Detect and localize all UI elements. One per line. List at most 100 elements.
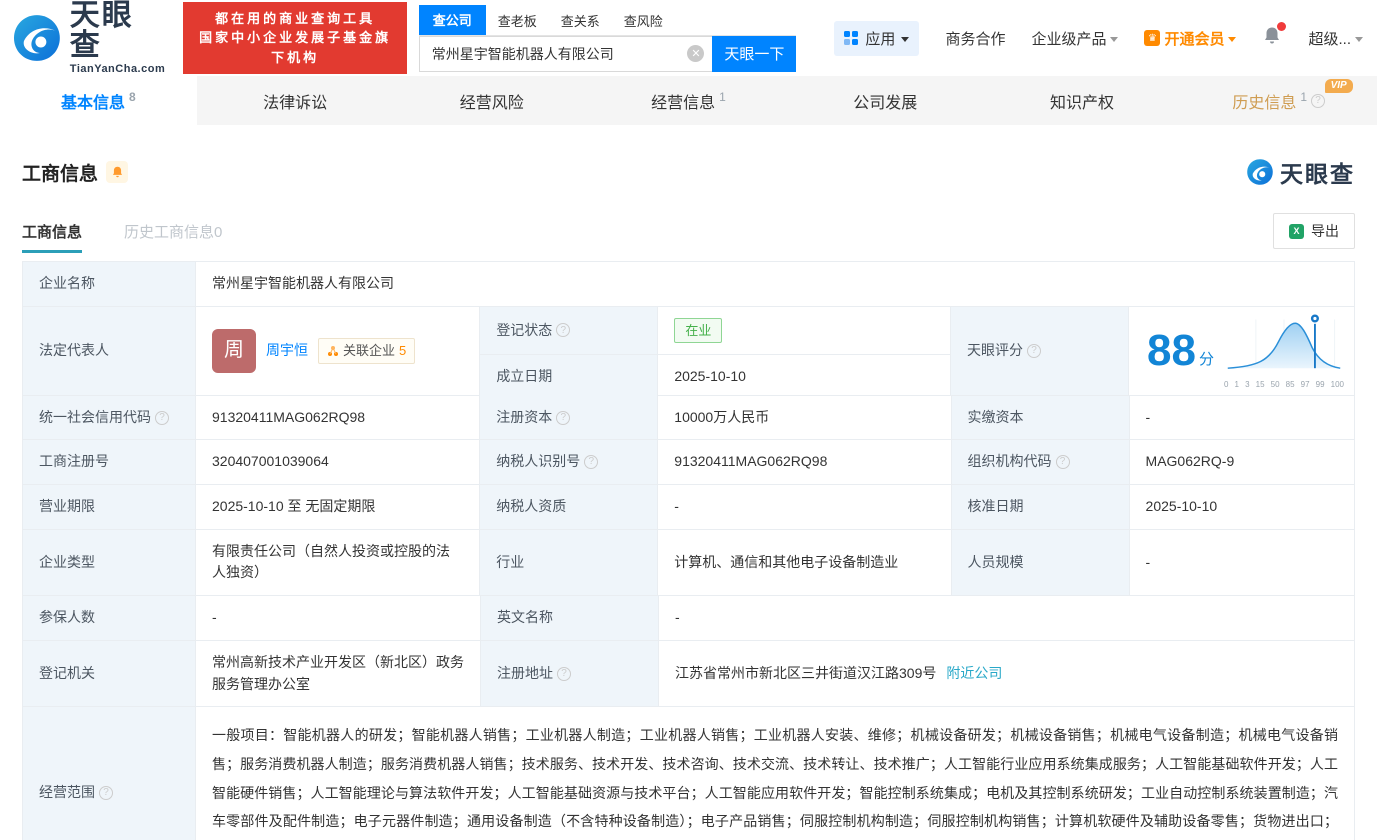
tianyancha-logo[interactable]: 天眼查 TianYanCha.com <box>10 1 165 75</box>
clear-search-icon[interactable]: ✕ <box>687 45 705 62</box>
score-unit: 分 <box>1198 351 1214 369</box>
help-icon[interactable]: ? <box>1311 93 1326 108</box>
table-row: 法定代表人 周 周宇恒 关联企业 5 登记状态? 在业 成立日期 2025-10… <box>23 306 1354 399</box>
help-icon[interactable]: ? <box>1027 343 1042 358</box>
notifications-bell[interactable] <box>1262 22 1287 51</box>
tab-intellectual-property[interactable]: 知识产权 <box>984 76 1181 125</box>
tab-company-development[interactable]: 公司发展 <box>787 76 984 125</box>
org-code-label: 组织机构代码? <box>951 440 1130 485</box>
search-area: 查公司 查老板 查关系 查风险 ✕ 天眼一下 <box>418 4 797 72</box>
related-companies-badge[interactable]: 关联企业 5 <box>318 337 416 364</box>
insured-count-value: - <box>196 596 481 640</box>
tianyancha-eye-icon <box>13 15 60 61</box>
business-info-table: 企业名称 常州星宇智能机器人有限公司 法定代表人 周 周宇恒 关联企业 5 登记… <box>22 261 1355 840</box>
apps-grid-icon <box>844 30 859 46</box>
subtab-history-business-info[interactable]: 历史工商信息0 <box>124 221 222 253</box>
legal-rep-avatar[interactable]: 周 <box>212 328 256 373</box>
nav-business-cooperation[interactable]: 商务合作 <box>945 28 1005 49</box>
taxpayer-id-value: 91320411MAG062RQ98 <box>658 440 952 485</box>
table-row: 企业类型 有限责任公司（自然人投资或控股的法人独资） 行业 计算机、通信和其他电… <box>23 529 1354 597</box>
tab-operation-info[interactable]: 经营信息 1 <box>590 76 787 125</box>
registration-authority-value: 常州高新技术产业开发区（新北区）政务服务管理办公室 <box>196 640 481 707</box>
legal-rep-link[interactable]: 周宇恒 <box>266 340 308 362</box>
tianyancha-watermark: 天眼查 <box>1245 155 1355 189</box>
logo-title: 天眼查 <box>69 0 134 62</box>
help-icon[interactable]: ? <box>556 323 571 338</box>
help-icon[interactable]: ? <box>557 666 571 681</box>
promo-line-1: 都在用的商业查询工具 <box>215 10 376 26</box>
help-icon[interactable]: ? <box>584 455 599 470</box>
registered-capital-value: 10000万人民币 <box>658 395 952 440</box>
score-distribution-chart: 0 1 3 15 50 85 97 99 100 <box>1224 310 1344 392</box>
help-icon[interactable]: ? <box>99 785 113 800</box>
industry-label: 行业 <box>480 529 659 596</box>
promo-line-2: 国家中小企业发展子基金旗下机构 <box>199 30 392 65</box>
nav-super-vip[interactable]: 超级... <box>1308 28 1363 49</box>
notification-dot <box>1277 22 1287 31</box>
search-tab-company[interactable]: 查公司 <box>418 4 486 35</box>
table-row: 营业期限 2025-10-10 至 无固定期限 纳税人资质 - 核准日期 202… <box>23 485 1354 530</box>
table-row: 经营范围? 一般项目：智能机器人的研发；智能机器人销售；工业机器人制造；工业机器… <box>23 707 1354 840</box>
business-term-value: 2025-10-10 至 无固定期限 <box>196 485 481 529</box>
promo-banner: 都在用的商业查询工具 国家中小企业发展子基金旗下机构 <box>183 1 407 75</box>
business-scope-value: 一般项目：智能机器人的研发；智能机器人销售；工业机器人制造；工业机器人销售；工业… <box>212 727 1338 830</box>
crown-icon: ♛ <box>1144 30 1161 46</box>
company-name-label: 企业名称 <box>23 262 196 306</box>
company-type-label: 企业类型 <box>23 529 196 596</box>
subscribe-bell[interactable] <box>106 161 129 183</box>
reg-number-value: 320407001039064 <box>196 440 481 485</box>
bell-curve-chart <box>1227 312 1341 369</box>
subtab-business-info[interactable]: 工商信息 <box>22 221 83 253</box>
paid-capital-label: 实缴资本 <box>951 395 1130 440</box>
nav-enterprise-products[interactable]: 企业级产品 <box>1031 28 1119 49</box>
business-scope-label: 经营范围? <box>23 707 196 840</box>
nearby-companies-link[interactable]: 附近公司 <box>946 663 1002 685</box>
apps-menu[interactable]: 应用 <box>834 20 920 56</box>
registration-authority-label: 登记机关 <box>23 640 196 707</box>
tianyancha-eye-icon <box>1247 159 1273 185</box>
company-tab-bar: 基本信息 8 法律诉讼 经营风险 经营信息 1 公司发展 知识产权 VIP 历史信息… <box>0 76 1377 125</box>
founded-date-value: 2025-10-10 <box>674 368 746 385</box>
table-row: 登记机关 常州高新技术产业开发区（新北区）政务服务管理办公室 注册地址? 江苏省… <box>23 640 1354 708</box>
taxpayer-qualification-value: - <box>658 485 952 529</box>
score-label: 天眼评分? <box>951 306 1130 395</box>
bell-icon <box>112 166 122 178</box>
logo-domain: TianYanCha.com <box>69 63 166 75</box>
insured-count-label: 参保人数 <box>23 596 196 640</box>
search-input[interactable] <box>431 45 688 62</box>
score-cell: 88 分 0 1 3 15 50 85 97 99 100 <box>1129 307 1354 395</box>
approval-date-label: 核准日期 <box>951 485 1130 529</box>
search-tab-relation[interactable]: 查关系 <box>549 7 612 35</box>
tab-history-info[interactable]: VIP 历史信息 1 ? <box>1180 76 1377 125</box>
search-tabs: 查公司 查老板 查关系 查风险 <box>418 4 797 36</box>
english-name-label: 英文名称 <box>481 596 659 640</box>
english-name-value: - <box>675 609 680 626</box>
credit-code-value: 91320411MAG062RQ98 <box>196 395 481 440</box>
reg-number-label: 工商注册号 <box>23 440 196 485</box>
industry-value: 计算机、通信和其他电子设备制造业 <box>658 529 952 596</box>
tab-legal-litigation[interactable]: 法律诉讼 <box>197 76 394 125</box>
company-name-value: 常州星宇智能机器人有限公司 <box>212 275 394 291</box>
search-button[interactable]: 天眼一下 <box>712 35 797 72</box>
help-icon[interactable]: ? <box>556 410 571 425</box>
tab-basic-info[interactable]: 基本信息 8 <box>0 76 197 125</box>
main-content: 工商信息 天眼查 工商信息 历史工商信息0 X 导出 企业名称 常州星宇智能机器… <box>0 155 1377 840</box>
reg-status-label: 登记状态? <box>480 306 659 355</box>
registered-address-cell: 江苏省常州市新北区三井街道汉江路309号 附近公司 <box>659 641 1354 706</box>
nav-open-membership[interactable]: ♛ 开通会员 <box>1144 28 1237 49</box>
export-button[interactable]: X 导出 <box>1273 213 1355 249</box>
chevron-down-icon <box>1110 36 1119 42</box>
search-tab-boss[interactable]: 查老板 <box>486 7 549 35</box>
header-nav: 应用 商务合作 企业级产品 ♛ 开通会员 超级... <box>834 20 1363 56</box>
chevron-down-icon <box>901 36 910 42</box>
paid-capital-value: - <box>1145 408 1151 425</box>
chevron-down-icon <box>1355 36 1363 42</box>
chevron-down-icon <box>1228 36 1237 42</box>
tab-operation-risk[interactable]: 经营风险 <box>393 76 590 125</box>
search-tab-risk[interactable]: 查风险 <box>612 7 675 35</box>
approval-date-value: 2025-10-10 <box>1145 498 1218 515</box>
help-icon[interactable]: ? <box>155 410 169 425</box>
top-header: 天眼查 TianYanCha.com 都在用的商业查询工具 国家中小企业发展子基… <box>0 0 1377 76</box>
help-icon[interactable]: ? <box>1055 455 1070 470</box>
network-icon <box>328 345 338 356</box>
